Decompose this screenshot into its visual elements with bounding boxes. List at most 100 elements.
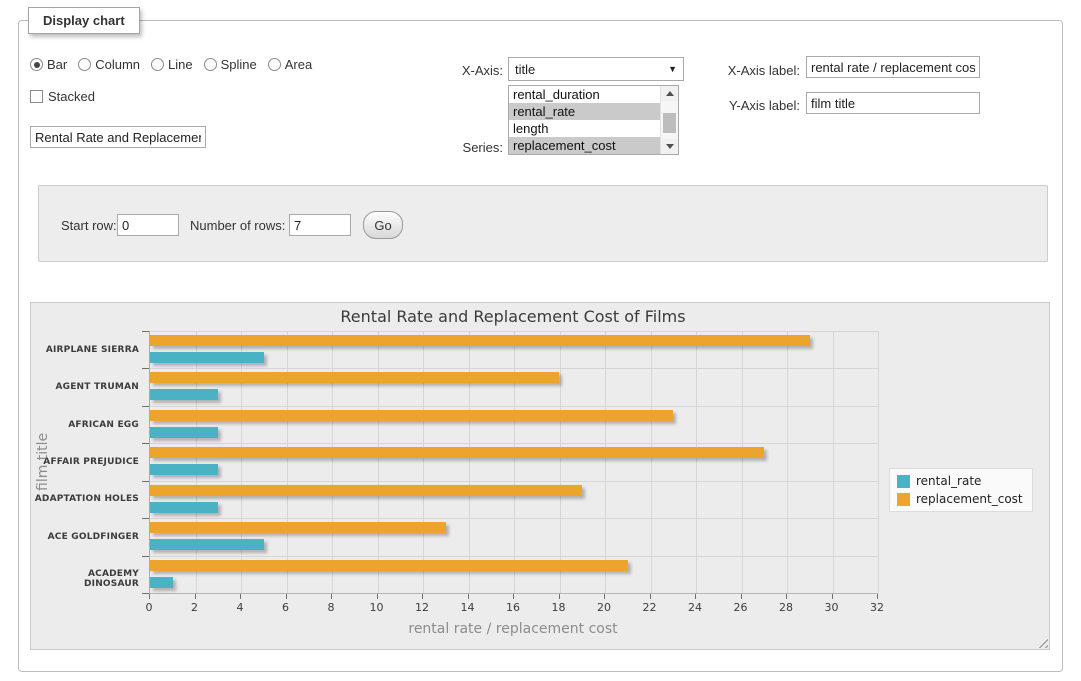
y-axis-tick bbox=[142, 518, 149, 519]
bar-rental_rate bbox=[150, 427, 218, 438]
x-axis-tick bbox=[377, 594, 378, 599]
bar-rental_rate bbox=[150, 502, 218, 513]
chart-container: Rental Rate and Replacement Cost of Film… bbox=[30, 302, 1050, 650]
x-axis-tick bbox=[877, 594, 878, 599]
bar-replacement_cost bbox=[150, 485, 582, 496]
series-option-replacement_cost[interactable]: replacement_cost bbox=[509, 137, 678, 154]
gridline-horizontal bbox=[150, 406, 878, 407]
series-option-rental_rate[interactable]: rental_rate bbox=[509, 103, 678, 120]
gridline-horizontal bbox=[150, 443, 878, 444]
gridline-vertical bbox=[378, 331, 379, 593]
x-axis-tick-label: 24 bbox=[675, 601, 715, 614]
fieldset-legend: Display chart bbox=[28, 7, 140, 34]
x-axis-tick-label: 4 bbox=[220, 601, 260, 614]
legend-item-replacement_cost[interactable]: replacement_cost bbox=[897, 492, 1023, 506]
chart-title: Rental Rate and Replacement Cost of Film… bbox=[149, 307, 877, 326]
scroll-down-icon[interactable] bbox=[661, 139, 678, 154]
x-axis-tick-label: 18 bbox=[539, 601, 579, 614]
scrollbar-thumb[interactable] bbox=[663, 113, 676, 133]
gridline-vertical bbox=[651, 331, 652, 593]
x-axis-label-field-label: X-Axis label: bbox=[690, 63, 800, 78]
radio-icon[interactable] bbox=[204, 58, 217, 71]
legend-swatch-icon bbox=[897, 493, 910, 506]
gridline-vertical bbox=[605, 331, 606, 593]
chart-type-option-bar[interactable]: Bar bbox=[30, 57, 67, 72]
x-axis-tick bbox=[559, 594, 560, 599]
start-row-input[interactable] bbox=[117, 214, 179, 236]
gridline-vertical bbox=[469, 331, 470, 593]
chart-type-label: Line bbox=[168, 57, 193, 72]
x-axis-tick-label: 16 bbox=[493, 601, 533, 614]
bar-rental_rate bbox=[150, 389, 218, 400]
x-axis-select[interactable]: title ▼ bbox=[508, 57, 684, 81]
stacked-checkbox-row[interactable]: Stacked bbox=[30, 89, 95, 104]
gridline-vertical bbox=[423, 331, 424, 593]
chart-type-label: Spline bbox=[221, 57, 257, 72]
x-axis-tick bbox=[286, 594, 287, 599]
go-button[interactable]: Go bbox=[363, 211, 403, 239]
series-option-length[interactable]: length bbox=[509, 120, 678, 137]
legend-item-rental_rate[interactable]: rental_rate bbox=[897, 474, 1023, 488]
bar-replacement_cost bbox=[150, 335, 810, 346]
x-axis-tick bbox=[695, 594, 696, 599]
y-axis-label-input[interactable] bbox=[806, 92, 980, 114]
x-axis-tick-label: 32 bbox=[857, 601, 897, 614]
chart-type-option-area[interactable]: Area bbox=[268, 57, 312, 72]
gridline-vertical bbox=[514, 331, 515, 593]
radio-icon[interactable] bbox=[30, 58, 43, 71]
chart-type-option-column[interactable]: Column bbox=[78, 57, 140, 72]
chart-type-option-line[interactable]: Line bbox=[151, 57, 193, 72]
x-axis-tick bbox=[331, 594, 332, 599]
legend-swatch-icon bbox=[897, 475, 910, 488]
number-of-rows-input[interactable] bbox=[289, 214, 351, 236]
y-axis-title: film title bbox=[35, 331, 51, 593]
plot-area bbox=[149, 331, 878, 594]
x-axis-title: rental rate / replacement cost bbox=[149, 621, 877, 637]
chart-type-label: Column bbox=[95, 57, 140, 72]
scrollbar[interactable] bbox=[660, 86, 678, 154]
bar-replacement_cost bbox=[150, 447, 764, 458]
y-axis-tick bbox=[142, 368, 149, 369]
resize-handle-icon[interactable] bbox=[1035, 635, 1048, 648]
x-axis-tick-label: 10 bbox=[357, 601, 397, 614]
chart-title-input[interactable] bbox=[30, 126, 206, 148]
radio-icon[interactable] bbox=[151, 58, 164, 71]
y-axis-tick bbox=[142, 406, 149, 407]
gridline-horizontal bbox=[150, 481, 878, 482]
gridline-vertical bbox=[332, 331, 333, 593]
x-axis-tick bbox=[240, 594, 241, 599]
bar-rental_rate bbox=[150, 539, 264, 550]
gridline-vertical bbox=[787, 331, 788, 593]
gridline-vertical bbox=[287, 331, 288, 593]
radio-icon[interactable] bbox=[268, 58, 281, 71]
start-row-label: Start row: bbox=[61, 218, 117, 233]
gridline-vertical bbox=[560, 331, 561, 593]
series-multiselect[interactable]: rental_durationrental_ratelengthreplacem… bbox=[508, 85, 679, 155]
x-axis-label-input[interactable] bbox=[806, 56, 980, 78]
gridline-vertical bbox=[241, 331, 242, 593]
series-option-rental_duration[interactable]: rental_duration bbox=[509, 86, 678, 103]
stacked-checkbox[interactable] bbox=[30, 90, 43, 103]
series-select-label: Series: bbox=[420, 140, 503, 155]
bar-rental_rate bbox=[150, 464, 218, 475]
y-axis-label-field-label: Y-Axis label: bbox=[690, 98, 800, 113]
x-axis-tick-label: 28 bbox=[766, 601, 806, 614]
display-chart-page: Display chart Bar Column Line Spline Area St… bbox=[0, 0, 1081, 681]
bar-replacement_cost bbox=[150, 560, 628, 571]
x-axis-tick bbox=[149, 594, 150, 599]
x-axis-tick-label: 12 bbox=[402, 601, 442, 614]
gridline-vertical bbox=[696, 331, 697, 593]
gridline-horizontal bbox=[150, 556, 878, 557]
scroll-up-icon[interactable] bbox=[661, 86, 678, 101]
y-axis-tick bbox=[142, 593, 149, 594]
gridline-vertical bbox=[196, 331, 197, 593]
chart-type-option-spline[interactable]: Spline bbox=[204, 57, 257, 72]
x-axis-tick-label: 22 bbox=[630, 601, 670, 614]
x-axis-tick bbox=[650, 594, 651, 599]
gridline-vertical bbox=[742, 331, 743, 593]
bar-rental_rate bbox=[150, 352, 264, 363]
radio-icon[interactable] bbox=[78, 58, 91, 71]
x-axis-tick-label: 30 bbox=[812, 601, 852, 614]
x-axis-tick bbox=[604, 594, 605, 599]
y-axis-tick bbox=[142, 443, 149, 444]
